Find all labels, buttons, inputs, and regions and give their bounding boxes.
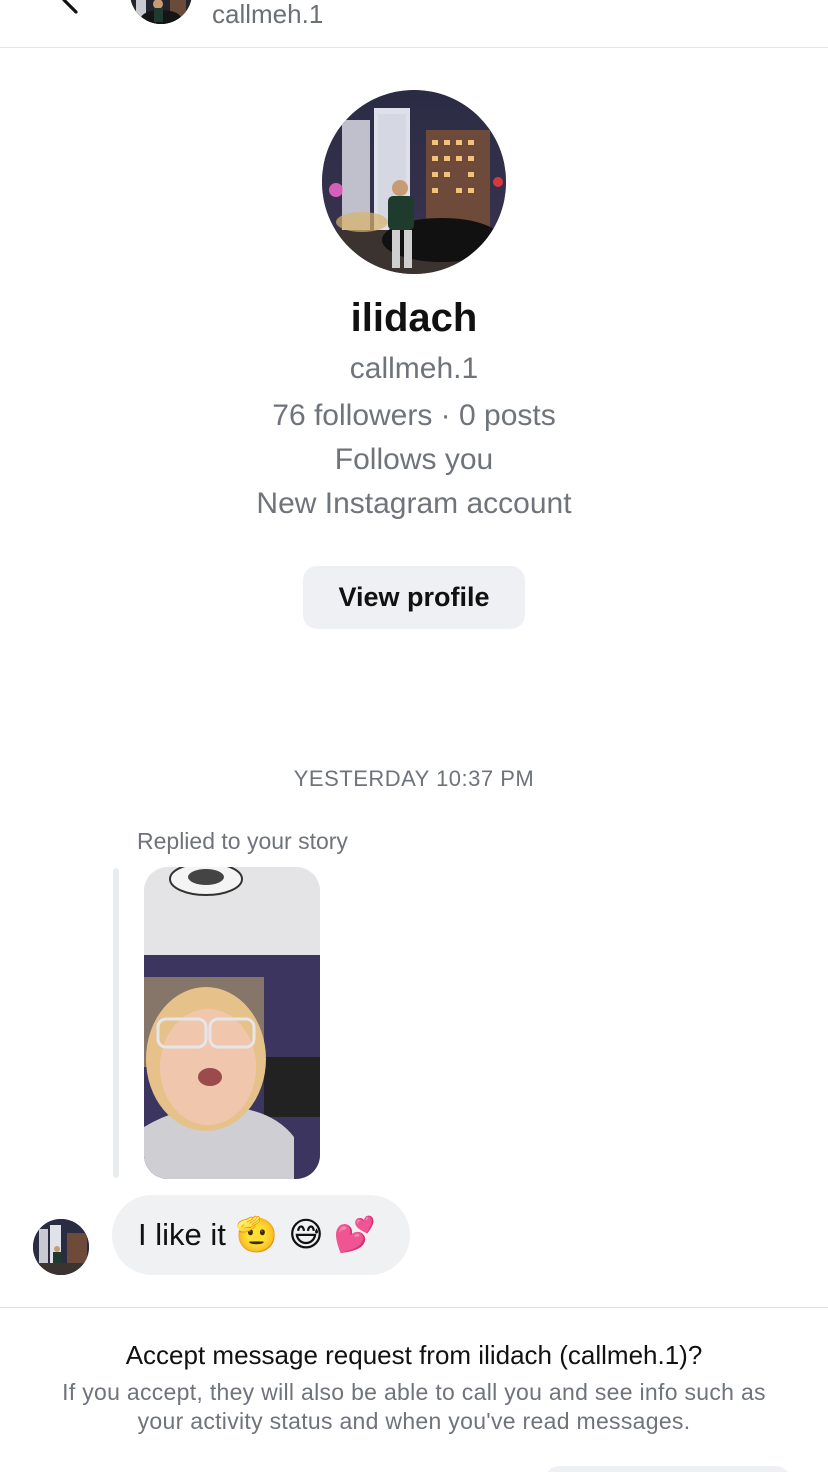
story-thumbnail[interactable] xyxy=(144,867,320,1179)
sweat-smile-emoji: 😅 xyxy=(288,1215,324,1255)
header-avatar[interactable] xyxy=(130,0,192,24)
new-account-label: New Instagram account xyxy=(256,487,572,520)
chevron-left-icon[interactable] xyxy=(56,0,86,16)
request-divider xyxy=(0,1307,828,1308)
profile-display-name: ilidach xyxy=(350,296,478,340)
profile-stats: 76 followers · 0 posts xyxy=(272,399,556,432)
profile-avatar[interactable] xyxy=(322,90,506,274)
dm-thread-screen: callmeh.1 ilidach callmeh.1 76 followers… xyxy=(0,0,828,1472)
header-username[interactable]: callmeh.1 xyxy=(212,0,323,28)
message-timestamp: YESTERDAY 10:37 PM xyxy=(293,766,535,791)
accept-request-title: Accept message request from ilidach (cal… xyxy=(125,1340,703,1370)
two-hearts-emoji: 💕 xyxy=(333,1215,376,1255)
follows-you-label: Follows you xyxy=(334,443,494,476)
message-bubble[interactable]: I like it 🫡 😅 💕 xyxy=(112,1195,410,1275)
story-reply-label: Replied to your story xyxy=(137,828,348,854)
sender-avatar[interactable] xyxy=(33,1219,89,1275)
salute-emoji: 🫡 xyxy=(235,1215,279,1255)
view-profile-button[interactable]: View profile xyxy=(303,566,525,629)
request-action-button[interactable] xyxy=(545,1466,790,1472)
profile-handle: callmeh.1 xyxy=(349,352,479,385)
reply-indicator-bar xyxy=(113,868,119,1178)
accept-request-info: If you accept, they will also be able to… xyxy=(62,1379,766,1434)
message-text: I like it xyxy=(138,1217,226,1252)
thread-header: callmeh.1 xyxy=(0,0,828,48)
